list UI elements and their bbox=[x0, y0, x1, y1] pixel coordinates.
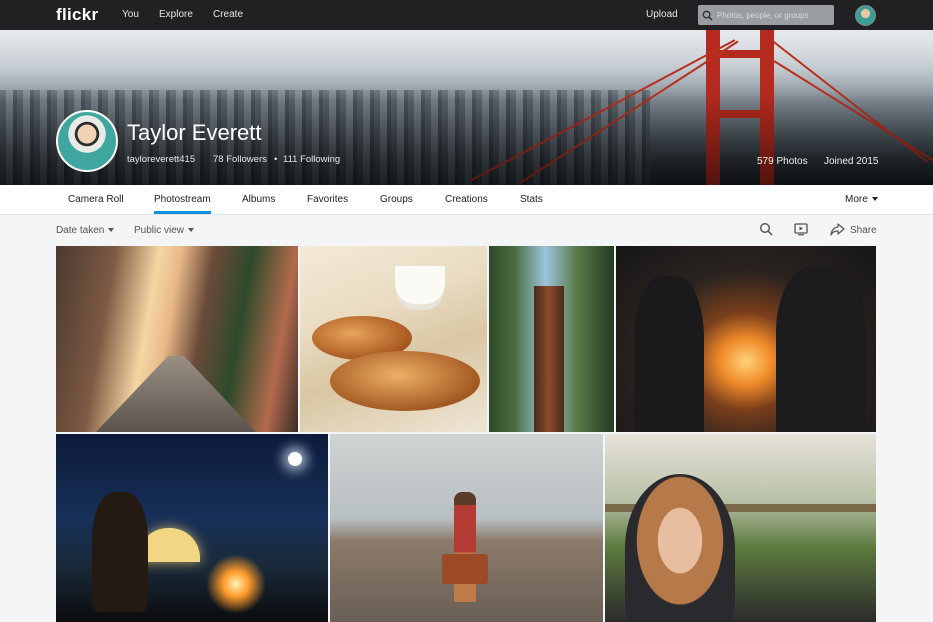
photo-croissant-pastry bbox=[330, 351, 480, 411]
photo-selfie-woman bbox=[625, 474, 735, 622]
stats-separator: • bbox=[274, 154, 278, 165]
photo-night-man bbox=[92, 492, 148, 612]
photo-night-moon bbox=[288, 452, 302, 466]
photo-croissant-cup bbox=[395, 266, 445, 304]
caret-down-icon bbox=[108, 228, 115, 233]
photo-girl-suitcase-case bbox=[442, 554, 488, 584]
tab-photostream[interactable]: Photostream bbox=[154, 194, 211, 214]
top-navigation: flickr You Explore Create Upload bbox=[0, 0, 933, 30]
profile-avatar[interactable] bbox=[56, 110, 118, 172]
followers-link[interactable]: 78 Followers bbox=[213, 154, 267, 165]
photo-count: 579 Photos bbox=[757, 156, 808, 167]
profile-username: tayloreverett415 bbox=[127, 154, 196, 165]
filter-bar: Date taken Public view Share bbox=[0, 216, 933, 244]
tab-groups[interactable]: Groups bbox=[380, 194, 413, 205]
share-icon[interactable] bbox=[830, 222, 845, 236]
photo-girl-suitcase[interactable] bbox=[330, 434, 603, 622]
photo-redwood[interactable] bbox=[489, 246, 614, 432]
slideshow-icon[interactable] bbox=[794, 222, 808, 236]
nav-create[interactable]: Create bbox=[213, 9, 243, 20]
user-avatar[interactable] bbox=[855, 5, 876, 26]
profile-tabs: Camera Roll Photostream Albums Favorites… bbox=[0, 185, 933, 215]
tab-camera-roll[interactable]: Camera Roll bbox=[68, 194, 124, 205]
upload-link[interactable]: Upload bbox=[646, 9, 678, 20]
search-input[interactable] bbox=[717, 10, 827, 20]
tab-favorites[interactable]: Favorites bbox=[307, 194, 348, 205]
photo-campfire-person bbox=[634, 276, 704, 432]
public-view-label: Public view bbox=[134, 225, 185, 236]
public-view-dropdown[interactable]: Public view bbox=[134, 225, 195, 236]
search-box[interactable] bbox=[698, 5, 834, 25]
search-icon[interactable] bbox=[759, 222, 773, 236]
share-label[interactable]: Share bbox=[850, 225, 877, 236]
tab-albums[interactable]: Albums bbox=[242, 194, 275, 205]
following-link[interactable]: 111 Following bbox=[283, 154, 340, 165]
date-taken-label: Date taken bbox=[56, 225, 105, 236]
more-label: More bbox=[845, 194, 868, 205]
photo-croissant[interactable] bbox=[300, 246, 487, 432]
nav-explore[interactable]: Explore bbox=[159, 9, 193, 20]
caret-down-icon bbox=[871, 197, 878, 202]
flickr-logo[interactable]: flickr bbox=[56, 5, 98, 25]
photo-night-camp[interactable] bbox=[56, 434, 328, 622]
photo-street-road bbox=[96, 356, 256, 432]
tab-stats[interactable]: Stats bbox=[520, 194, 543, 205]
photo-selfie-bus[interactable] bbox=[605, 434, 876, 622]
search-icon bbox=[702, 10, 713, 21]
photo-campfire-person bbox=[776, 266, 866, 432]
profile-name: Taylor Everett bbox=[127, 120, 262, 145]
photo-street[interactable] bbox=[56, 246, 298, 432]
more-menu[interactable]: More bbox=[845, 194, 878, 205]
nav-you[interactable]: You bbox=[122, 9, 139, 20]
joined-date: Joined 2015 bbox=[824, 156, 879, 167]
tab-creations[interactable]: Creations bbox=[445, 194, 488, 205]
caret-down-icon bbox=[188, 228, 195, 233]
photo-night-fire bbox=[206, 554, 266, 614]
photo-redwood-trunk bbox=[534, 286, 564, 432]
photo-campfire-friends[interactable] bbox=[616, 246, 876, 432]
date-taken-dropdown[interactable]: Date taken bbox=[56, 225, 115, 236]
photo-girl-figure bbox=[454, 492, 476, 602]
